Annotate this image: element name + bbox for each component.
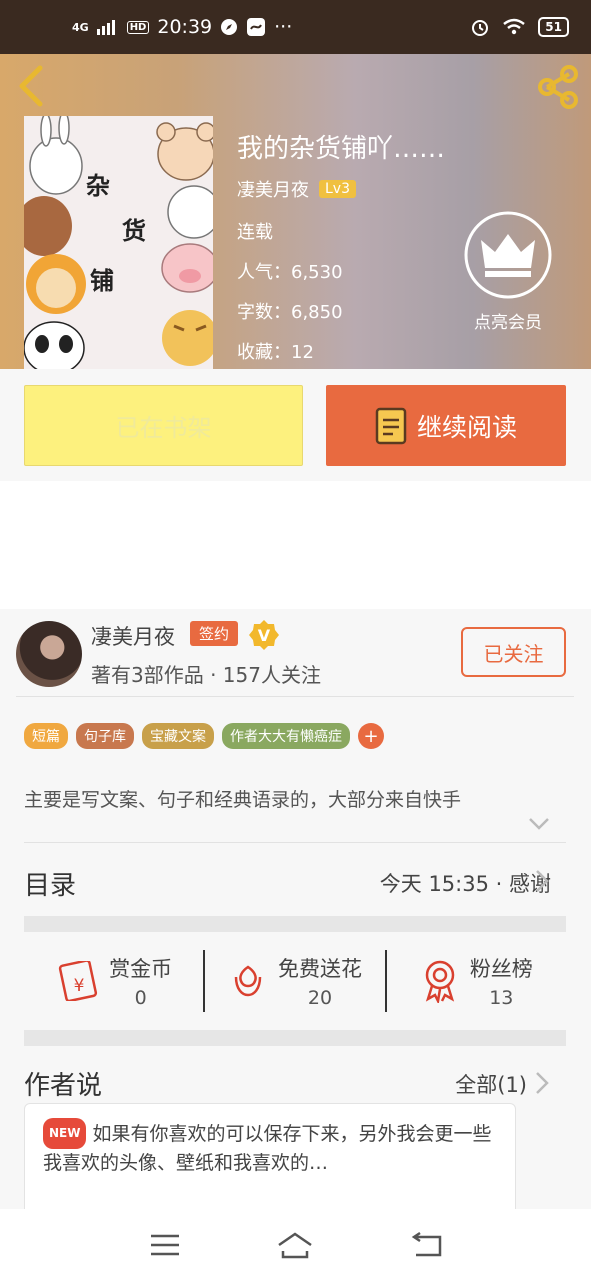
book-word-count: 字数：6,850 [237, 302, 343, 323]
hd-indicator: HD [126, 20, 150, 34]
book-popularity: 人气：6,530 [237, 262, 343, 283]
level-badge: Lv3 [319, 180, 356, 198]
author-avatar[interactable] [16, 621, 82, 687]
medal-icon [425, 960, 455, 1003]
catalog-update-info[interactable]: 今天 15:35 · 感谢 [380, 868, 551, 898]
author-section: 凄美月夜 签约 V 著有3部作品 · 157人关注 已关注 短篇 句子库 宝藏文… [0, 609, 591, 1223]
verified-v-text: V [258, 626, 271, 645]
stat-label: 免费送花 [277, 957, 362, 981]
cover-title-char-2: 货 [122, 216, 146, 245]
add-tag-button[interactable]: + [358, 723, 384, 749]
author-name[interactable]: 凄美月夜 [91, 621, 175, 651]
stat-value: 0 [134, 987, 147, 1009]
continue-reading-button[interactable]: 继续阅读 [326, 385, 566, 466]
status-more: ··· [274, 16, 293, 38]
stat-value: 20 [307, 987, 333, 1009]
tag-treasure-copy[interactable]: 宝藏文案 [142, 723, 214, 749]
fan-ranking-stat[interactable]: 粉丝榜 13 [387, 953, 566, 1009]
flower-icon [234, 965, 262, 997]
back-icon[interactable] [406, 1229, 446, 1261]
book-cover[interactable]: 杂 货 铺 [24, 116, 213, 369]
status-bar: 4G HD 20:39 ··· 51 [0, 0, 591, 54]
author-talk-all[interactable]: 全部(1) [455, 1069, 527, 1099]
wifi-icon [503, 18, 526, 35]
tag-lazy-author[interactable]: 作者大大有懒癌症 [222, 723, 350, 749]
new-badge: NEW [43, 1118, 87, 1149]
reward-coins-stat[interactable]: ¥ 赏金币 0 [24, 953, 203, 1009]
author-talk-title: 作者说 [24, 1071, 103, 1101]
alarm-icon [472, 20, 489, 36]
app-notification-icon [247, 18, 266, 36]
continue-reading-label: 继续阅读 [416, 412, 517, 442]
red-envelope-icon: ¥ [59, 961, 98, 1001]
action-bar: 已在书架 继续阅读 [0, 369, 591, 481]
book-author-name: 凄美月夜 [237, 180, 309, 201]
svg-text:¥: ¥ [74, 976, 85, 996]
author-talk-card[interactable]: NEW 如果有你喜欢的可以保存下来，另外我会更一些我喜欢的头像、壁纸和我喜欢的… [24, 1103, 516, 1223]
battery-indicator: 51 [538, 17, 569, 37]
book-description[interactable]: 主要是写文案、句子和经典语录的，大部分来自快手 [24, 785, 461, 812]
catalog-title[interactable]: 目录 [24, 865, 76, 902]
stats-row: ¥ 赏金币 0 免费送花 20 粉丝榜 13 [24, 936, 566, 1026]
stat-label: 赏金币 [109, 957, 173, 981]
tag-sentence-library[interactable]: 句子库 [76, 723, 134, 749]
section-separator [24, 916, 566, 932]
free-flower-stat[interactable]: 免费送花 20 [205, 953, 384, 1009]
signal-indicator: 4G [72, 20, 89, 34]
verified-v-icon: V [249, 620, 279, 650]
tag-list: 短篇 句子库 宝藏文案 作者大大有懒癌症 + [24, 723, 384, 749]
share-icon[interactable] [535, 64, 581, 110]
stat-value: 13 [489, 987, 514, 1009]
tag-short[interactable]: 短篇 [24, 723, 68, 749]
chevron-right-icon[interactable] [535, 1071, 549, 1095]
stat-label: 粉丝榜 [469, 957, 533, 981]
signal-bars-icon [96, 20, 115, 35]
followed-button[interactable]: 已关注 [461, 627, 566, 677]
book-author-row[interactable]: 凄美月夜 Lv3 [237, 176, 356, 202]
cover-illustration [24, 116, 213, 369]
crown-icon[interactable] [463, 210, 553, 300]
home-icon[interactable] [275, 1229, 315, 1261]
divider [24, 842, 566, 843]
cover-title-char-3: 铺 [90, 266, 114, 295]
signed-badge: 签约 [190, 621, 239, 646]
author-talk-content: 如果有你喜欢的可以保存下来，另外我会更一些我喜欢的头像、壁纸和我喜欢的… [43, 1123, 492, 1174]
blank-area [0, 481, 591, 609]
chevron-down-icon[interactable] [528, 817, 550, 831]
cover-title-char-1: 杂 [86, 171, 110, 200]
vip-label[interactable]: 点亮会员 [463, 308, 553, 333]
book-icon [375, 407, 407, 444]
in-bookshelf-button[interactable]: 已在书架 [24, 385, 303, 466]
back-arrow-icon[interactable] [14, 64, 50, 108]
system-nav-bar [0, 1209, 591, 1280]
status-time: 20:39 [157, 16, 213, 38]
book-favorites: 收藏：12 [237, 342, 314, 363]
menu-icon[interactable] [145, 1229, 185, 1261]
section-separator [24, 1030, 566, 1046]
book-title: 我的杂货铺吖…… [237, 134, 446, 164]
divider [16, 696, 574, 697]
author-meta: 著有3部作品 · 157人关注 [91, 663, 321, 687]
book-header: 杂 货 铺 我的杂货铺吖…… 凄美月夜 Lv3 连载 人气：6,530 字数：6… [0, 54, 591, 369]
compass-icon [221, 19, 238, 35]
chevron-right-icon[interactable] [535, 869, 549, 893]
book-status: 连载 [237, 222, 273, 243]
